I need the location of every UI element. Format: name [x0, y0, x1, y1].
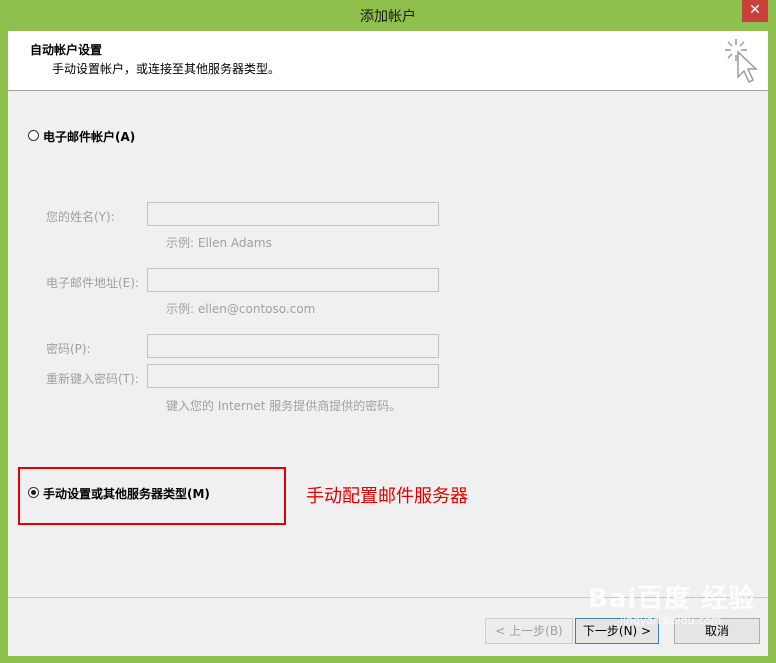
email-hint: 示例: ellen@contoso.com — [166, 302, 316, 316]
name-input[interactable] — [147, 202, 439, 226]
email-account-radio[interactable] — [28, 130, 39, 141]
back-button[interactable]: < 上一步(B) — [485, 618, 573, 644]
name-hint: 示例: Ellen Adams — [166, 236, 272, 250]
baidu-watermark-url: jingyan.baidu.com — [620, 614, 722, 627]
annotation-text: 手动配置邮件服务器 — [306, 486, 468, 507]
retype-password-label: 重新键入密码(T): — [46, 372, 139, 386]
options-area: 电子邮件帐户(A) 您的姓名(Y): 示例: Ellen Adams 电子邮件地… — [8, 91, 768, 596]
header-subtitle: 手动设置帐户，或连接至其他服务器类型。 — [52, 62, 281, 76]
close-icon: ✕ — [749, 2, 761, 18]
password-input[interactable] — [147, 334, 439, 358]
password-hint: 键入您的 Internet 服务提供商提供的密码。 — [166, 399, 402, 413]
email-label: 电子邮件地址(E): — [46, 276, 139, 290]
manual-setup-radio[interactable] — [28, 487, 39, 498]
manual-setup-label[interactable]: 手动设置或其他服务器类型(M) — [43, 485, 210, 502]
header-panel: 自动帐户设置 手动设置帐户，或连接至其他服务器类型。 — [8, 31, 768, 91]
close-button[interactable]: ✕ — [742, 0, 768, 22]
window-title: 添加帐户 — [360, 9, 416, 25]
email-input[interactable] — [147, 268, 439, 292]
name-label: 您的姓名(Y): — [46, 210, 115, 224]
email-account-label[interactable]: 电子邮件帐户(A) — [43, 128, 135, 145]
password-label: 密码(P): — [46, 342, 91, 356]
magic-wand-cursor-icon — [725, 39, 758, 84]
add-account-dialog: 添加帐户 ✕ 自动帐户设置 手动设置帐户，或连接至其他服务器类型。 电子邮件帐户… — [0, 0, 776, 663]
header-title: 自动帐户设置 — [30, 43, 103, 57]
title-bar[interactable]: 添加帐户 ✕ — [0, 0, 776, 30]
retype-password-input[interactable] — [147, 364, 439, 388]
baidu-watermark: Bai百度 经验 — [588, 584, 756, 614]
dialog-client-area: 自动帐户设置 手动设置帐户，或连接至其他服务器类型。 电子邮件帐户(A) 您的姓… — [8, 31, 768, 656]
